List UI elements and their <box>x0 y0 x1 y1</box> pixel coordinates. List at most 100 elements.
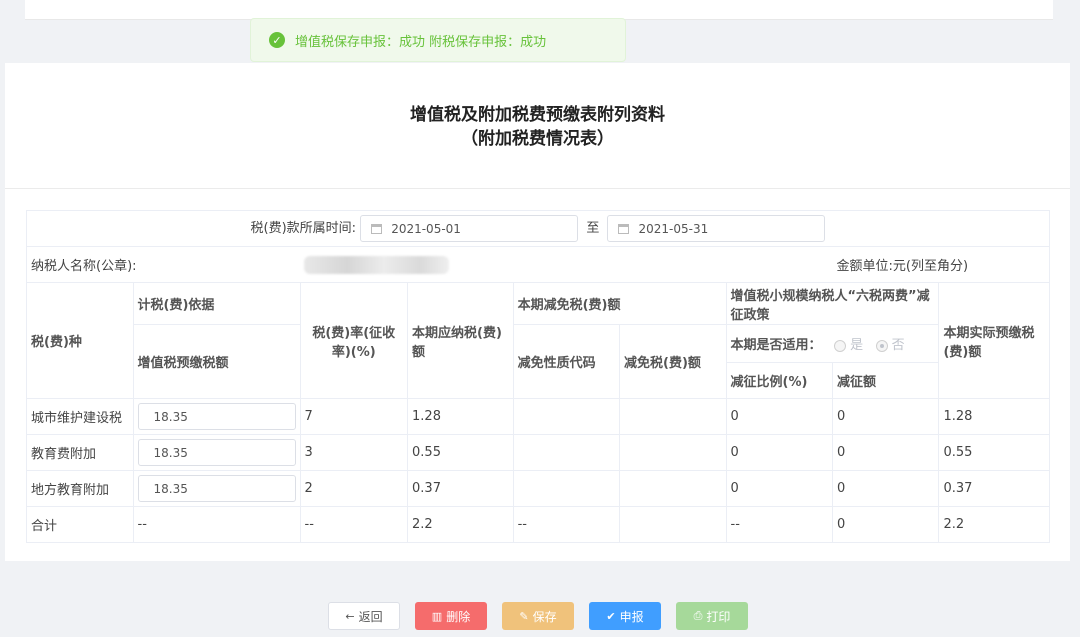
total-ratio: -- <box>725 506 834 543</box>
applicable-row: 本期是否适用： 是 否 <box>725 324 940 363</box>
row-payable: 1.28 <box>407 398 514 435</box>
taxpayer-label: 纳税人名称(公章): <box>26 246 301 283</box>
arrow-left-icon: ← <box>345 609 355 623</box>
row-reduction-amount <box>619 398 727 435</box>
delete-button[interactable]: ▥ 删除 <box>415 602 487 630</box>
header-tax-type: 税(费)种 <box>26 282 134 399</box>
calendar-icon <box>371 223 383 234</box>
row-payable: 0.37 <box>407 470 514 507</box>
total-reduction-amount <box>619 506 727 543</box>
basis-input[interactable]: 18.35 <box>137 403 296 430</box>
total-row: 合计 -- -- 2.2 -- -- 0 2.2 <box>26 506 1050 543</box>
form-title-line1: 增值税及附加税费预缴表附列资料 <box>410 105 665 125</box>
check-circle-icon: ✔ <box>606 609 616 623</box>
row-actual: 0.37 <box>938 470 1050 507</box>
basis-input[interactable]: 18.35 <box>137 475 296 502</box>
header-vat-prepaid: 增值税预缴税额 <box>132 324 301 399</box>
end-date-picker[interactable]: 2021-05-31 <box>607 215 826 242</box>
submit-button-label: 申报 <box>619 609 644 624</box>
radio-yes[interactable] <box>834 339 847 352</box>
print-button[interactable]: ⎙ 打印 <box>676 602 748 630</box>
radio-no-label: 否 <box>891 338 905 353</box>
success-check-icon: ✓ <box>269 32 285 48</box>
toast-message: 增值税保存申报：成功 附税保存申报：成功 <box>295 34 547 50</box>
table-row: 地方教育附加 18.35 2 0.37 0 0 0.37 <box>26 470 1050 507</box>
submit-button[interactable]: ✔ 申报 <box>589 602 661 630</box>
row-basis-cell: 18.35 <box>132 470 301 507</box>
delete-button-label: 删除 <box>446 609 471 624</box>
total-payable: 2.2 <box>407 506 514 543</box>
save-button[interactable]: ✎ 保存 <box>502 602 574 630</box>
row-reduce: 0 <box>832 470 940 507</box>
calendar-icon <box>618 223 630 234</box>
total-reduce: 0 <box>832 506 940 543</box>
radio-no[interactable] <box>875 339 888 352</box>
table-row: 教育费附加 18.35 3 0.55 0 0 0.55 <box>26 434 1050 471</box>
header-policy: 增值税小规模纳税人“六税两费”减征政策 <box>725 282 940 325</box>
header-payable: 本期应纳税(费)额 <box>407 282 514 399</box>
printer-icon: ⎙ <box>693 609 703 622</box>
row-rate: 3 <box>299 434 409 471</box>
row-ratio: 0 <box>725 398 834 435</box>
total-rate: -- <box>299 506 409 543</box>
total-reduction-code: -- <box>512 506 621 543</box>
row-rate: 2 <box>299 470 409 507</box>
row-payable: 0.55 <box>407 434 514 471</box>
period-separator: 至 <box>586 221 600 236</box>
row-tax-name: 地方教育附加 <box>26 470 134 507</box>
action-bar: ← 返回 ▥ 删除 ✎ 保存 ✔ 申报 ⎙ 打印 <box>0 602 1080 632</box>
form-card: 增值税及附加税费预缴表附列资料 （附加税费情况表） 税(费)款所属时间: 202… <box>5 63 1070 561</box>
row-reduce: 0 <box>832 434 940 471</box>
amount-unit: 金额单位:元(列至角分) <box>832 246 1050 283</box>
header-basis: 计税(费)依据 <box>132 282 301 325</box>
end-date-value: 2021-05-31 <box>638 221 709 236</box>
basis-input-value: 18.35 <box>153 409 188 424</box>
success-toast: ✓ 增值税保存申报：成功 附税保存申报：成功 <box>250 18 626 62</box>
start-date-value: 2021-05-01 <box>391 221 461 236</box>
row-reduction-amount <box>619 434 727 471</box>
taxpayer-name-redacted <box>304 255 450 274</box>
tax-table: 税(费)款所属时间: 2021-05-01 至 2021-05-31 纳税人名称… <box>26 210 1050 543</box>
total-basis: -- <box>132 506 301 543</box>
header-reduction-amount: 减免税(费)额 <box>619 324 727 399</box>
total-label: 合计 <box>26 506 134 543</box>
row-reduction-amount <box>619 470 727 507</box>
header-reduction-code: 减免性质代码 <box>512 324 621 399</box>
row-tax-name: 城市维护建设税 <box>26 398 134 435</box>
back-button[interactable]: ← 返回 <box>328 602 400 630</box>
period-label: 税(费)款所属时间: <box>250 221 357 236</box>
taxpayer-name <box>300 246 833 283</box>
row-basis-cell: 18.35 <box>132 398 301 435</box>
row-ratio: 0 <box>725 434 834 471</box>
header-ratio: 减征比例(%) <box>725 362 834 399</box>
row-basis-cell: 18.35 <box>132 434 301 471</box>
header-rate: 税(费)率(征收率)(%) <box>299 282 409 399</box>
header-reduce-amount: 减征额 <box>832 362 940 399</box>
applicable-label: 本期是否适用： <box>730 338 822 353</box>
period-row: 税(费)款所属时间: 2021-05-01 至 2021-05-31 <box>26 210 1050 247</box>
save-button-label: 保存 <box>532 609 557 624</box>
header-actual: 本期实际预缴税(费)额 <box>938 282 1050 399</box>
form-title: 增值税及附加税费预缴表附列资料 （附加税费情况表） <box>5 63 1070 189</box>
row-reduce: 0 <box>832 398 940 435</box>
row-actual: 0.55 <box>938 434 1050 471</box>
start-date-picker[interactable]: 2021-05-01 <box>360 215 579 242</box>
row-actual: 1.28 <box>938 398 1050 435</box>
row-reduction-code <box>512 434 621 471</box>
row-tax-name: 教育费附加 <box>26 434 134 471</box>
total-actual: 2.2 <box>938 506 1050 543</box>
row-reduction-code <box>512 470 621 507</box>
row-ratio: 0 <box>725 470 834 507</box>
top-card <box>25 0 1053 20</box>
header-reduction: 本期减免税(费)额 <box>512 282 727 325</box>
basis-input-value: 18.35 <box>153 481 188 496</box>
radio-yes-label: 是 <box>850 338 864 353</box>
basis-input[interactable]: 18.35 <box>137 439 296 466</box>
row-rate: 7 <box>299 398 409 435</box>
back-button-label: 返回 <box>358 609 383 624</box>
trash-icon: ▥ <box>431 609 443 623</box>
edit-icon: ✎ <box>519 609 529 623</box>
table-row: 城市维护建设税 18.35 7 1.28 0 0 1.28 <box>26 398 1050 435</box>
basis-input-value: 18.35 <box>153 445 188 460</box>
form-title-line2: （附加税费情况表） <box>461 129 614 149</box>
